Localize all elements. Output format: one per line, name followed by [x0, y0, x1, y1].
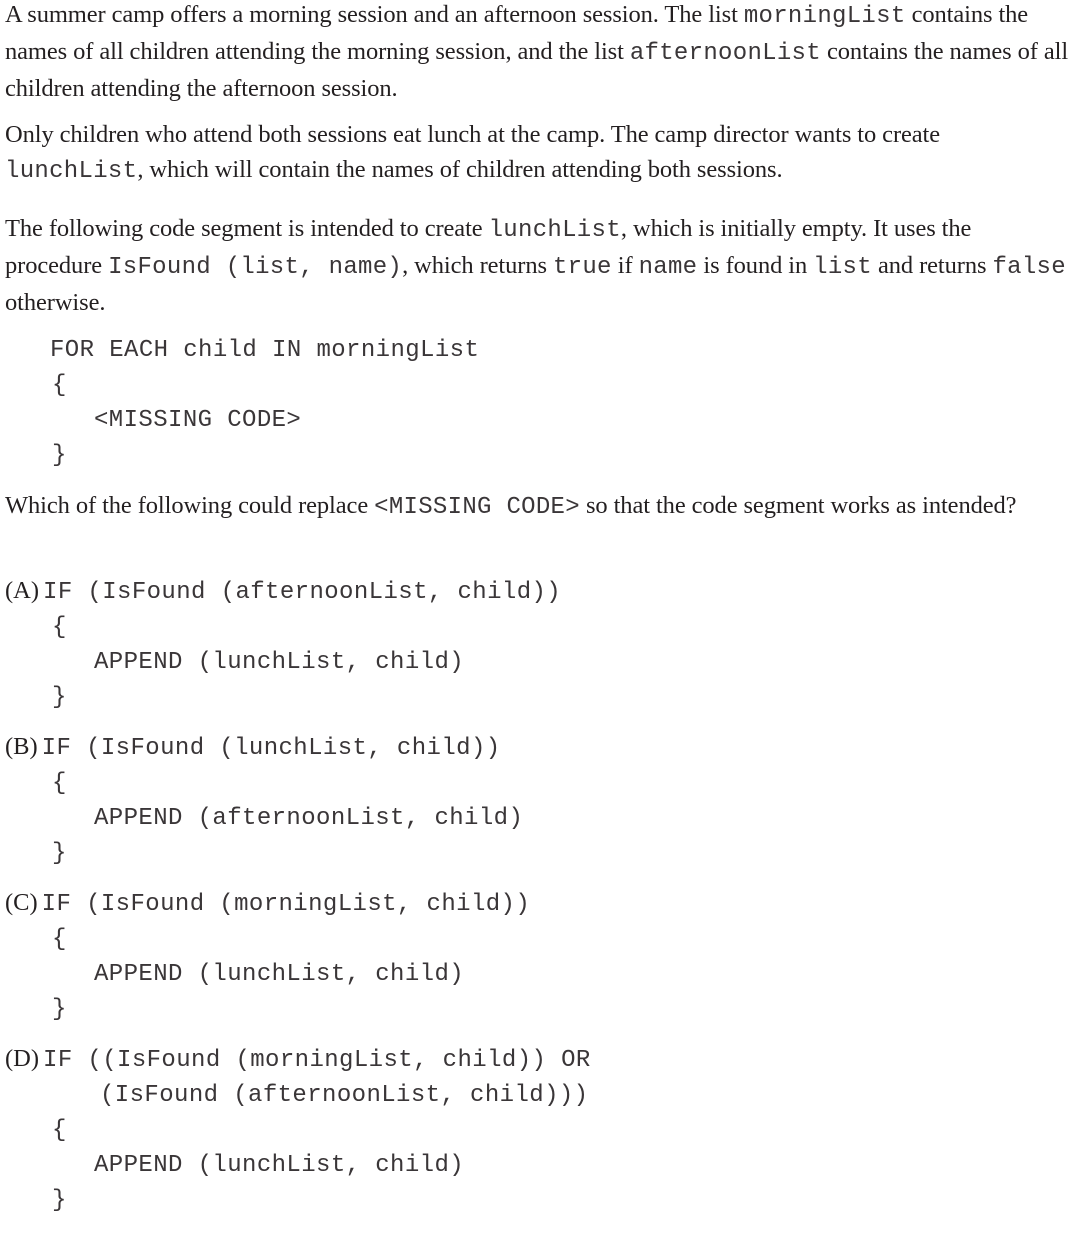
code-false: false [992, 254, 1066, 281]
option-c-open-brace: { [52, 926, 67, 953]
code-morninglist: morningList [743, 3, 906, 30]
option-label: (B) [5, 733, 38, 760]
option-d-line2: (IsFound (afternoonList, child))) [100, 1082, 589, 1109]
option-b-close-brace: } [52, 840, 67, 867]
text: , which will contain the names of childr… [137, 156, 783, 183]
option-d-close-brace: } [52, 1187, 67, 1214]
option-label: (A) [5, 577, 40, 604]
option-a-open-brace: { [52, 614, 67, 641]
question-stem: Which of the following could replace <MI… [5, 488, 1071, 525]
code-name: name [638, 254, 698, 281]
text: and returns [871, 252, 993, 279]
text: is found in [697, 252, 814, 279]
option-code: IF (IsFound (morningList, child)) [41, 891, 531, 918]
option-b-body: APPEND (afternoonList, child) [94, 805, 524, 832]
option-c-close-brace: } [52, 996, 67, 1023]
text: if [611, 252, 639, 279]
option-code: IF ((IsFound (morningList, child)) OR [43, 1047, 591, 1074]
option-d-body: APPEND (lunchList, child) [94, 1152, 465, 1179]
code-close-brace: } [52, 442, 67, 469]
option-b-open-brace: { [52, 770, 67, 797]
option-d-line1: (D) IF ((IsFound (morningList, child)) O… [5, 1043, 591, 1078]
option-label: (C) [5, 889, 38, 916]
code-list: list [813, 254, 872, 281]
text: Only children who attend both sessions e… [5, 121, 941, 148]
option-a-close-brace: } [52, 684, 67, 711]
code-lunchlist: lunchList [5, 158, 138, 185]
text: Which of the following could replace [5, 492, 375, 519]
intro-paragraph-3: The following code segment is intended t… [5, 211, 1071, 320]
code-true: true [552, 254, 612, 281]
option-code: IF (IsFound (lunchList, child)) [41, 735, 501, 762]
option-code: IF (IsFound (afternoonList, child)) [43, 579, 562, 606]
option-a-body: APPEND (lunchList, child) [94, 649, 465, 676]
text: The following code segment is intended t… [5, 215, 489, 242]
option-d-open-brace: { [52, 1117, 67, 1144]
intro-paragraph-2: Only children who attend both sessions e… [5, 117, 1015, 189]
option-a-line1: (A) IF (IsFound (afternoonList, child)) [5, 575, 561, 610]
text: A summer camp offers a morning session a… [5, 1, 744, 28]
intro-paragraph-1: A summer camp offers a morning session a… [5, 0, 1071, 106]
option-label: (D) [5, 1045, 40, 1072]
code-missing-code: <MISSING CODE> [94, 407, 302, 434]
option-c-body: APPEND (lunchList, child) [94, 961, 465, 988]
option-c-line1: (C) IF (IsFound (morningList, child)) [5, 887, 530, 922]
code-missing-code-ref: <MISSING CODE> [374, 494, 580, 521]
code-isfound-signature: IsFound (list, name) [108, 254, 403, 281]
code-lunchlist: lunchList [488, 217, 621, 244]
code-for-each-line: FOR EACH child IN morningList [50, 337, 480, 364]
option-b-line1: (B) IF (IsFound (lunchList, child)) [5, 731, 501, 766]
code-open-brace: { [52, 372, 67, 399]
code-afternoonlist: afternoonList [629, 40, 821, 67]
text: so that the code segment works as intend… [579, 492, 1017, 519]
text: , which returns [402, 252, 553, 279]
text: otherwise. [5, 289, 106, 316]
